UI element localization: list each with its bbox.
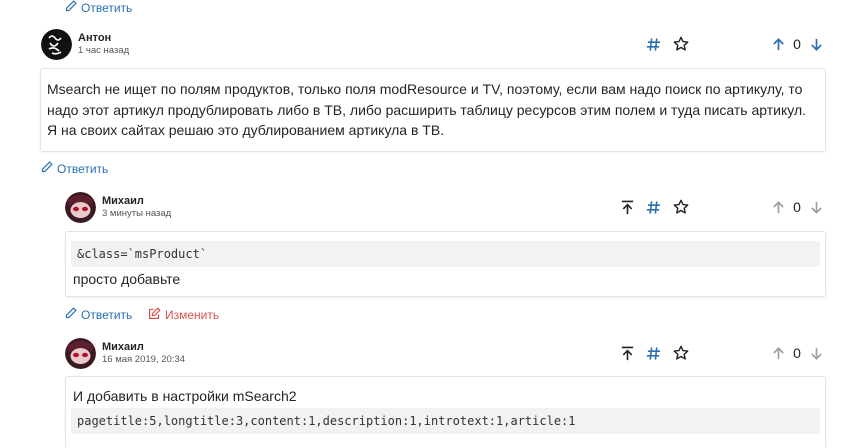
arrow-up-icon[interactable] [770,200,786,215]
star-icon[interactable] [673,199,689,215]
edit-link[interactable]: Изменить [148,307,219,323]
arrow-down-icon[interactable] [808,200,824,215]
comment-actions: 0 [645,36,824,52]
comment-time: 16 мая 2019, 20:34 [102,354,185,365]
arrow-down-icon[interactable] [808,37,824,52]
code-block: &class=`msProduct` [71,241,820,267]
author-name[interactable]: Антон [78,32,129,45]
comment-actions: 0 [619,345,824,361]
pencil-icon [65,307,77,322]
to-parent-icon[interactable] [619,346,635,361]
reply-label: Ответить [81,307,133,322]
reply-link[interactable]: Ответить [41,161,108,176]
to-parent-icon[interactable] [619,200,635,215]
star-icon[interactable] [673,36,689,52]
arrow-down-icon[interactable] [808,346,824,361]
reply-label: Ответить [81,0,133,15]
rating-value: 0 [793,36,801,52]
hash-icon[interactable] [645,346,661,361]
comment-body: Msearch не ищет по полям продуктов, толь… [40,68,826,152]
reply-link-top[interactable]: Ответить [65,0,132,15]
code-block: pagetitle:5,longtitle:3,content:1,descri… [71,407,820,434]
avatar[interactable] [41,29,72,60]
pencil-icon [41,161,53,176]
hash-icon[interactable] [645,37,661,52]
comment-time: 1 час назад [78,45,130,56]
comment-header: Михаил 3 минуты назад [65,192,171,223]
pencil-icon [65,0,77,15]
arrow-up-icon[interactable] [770,37,786,52]
avatar[interactable] [65,338,96,369]
comment-header: Михаил 16 мая 2019, 20:34 [65,338,185,369]
rating-value: 0 [793,199,801,215]
author-name[interactable]: Михаил [102,195,171,208]
comment-text: Msearch не ищет по полям продуктов, толь… [47,81,807,138]
star-icon[interactable] [673,345,689,361]
rating-value: 0 [793,345,801,361]
comment-actions: 0 [619,199,824,215]
hash-icon[interactable] [645,200,661,215]
comment-header: Антон 1 час назад [41,29,129,60]
comment-text: И добавить в настройки mSearch2 [73,388,297,404]
arrow-up-icon[interactable] [770,346,786,361]
avatar[interactable] [65,192,96,223]
reply-link[interactable]: Ответить [65,307,132,322]
comment-time: 3 минуты назад [102,208,172,219]
edit-label: Изменить [165,308,220,322]
comment-body: И добавить в настройки mSearch2 pagetitl… [65,376,826,448]
reply-label: Ответить [57,161,109,176]
edit-icon [148,307,161,323]
comment-body: &class=`msProduct` просто добавьте [65,231,826,297]
comment-text: просто добавьте [73,271,181,287]
author-name[interactable]: Михаил [102,341,185,354]
